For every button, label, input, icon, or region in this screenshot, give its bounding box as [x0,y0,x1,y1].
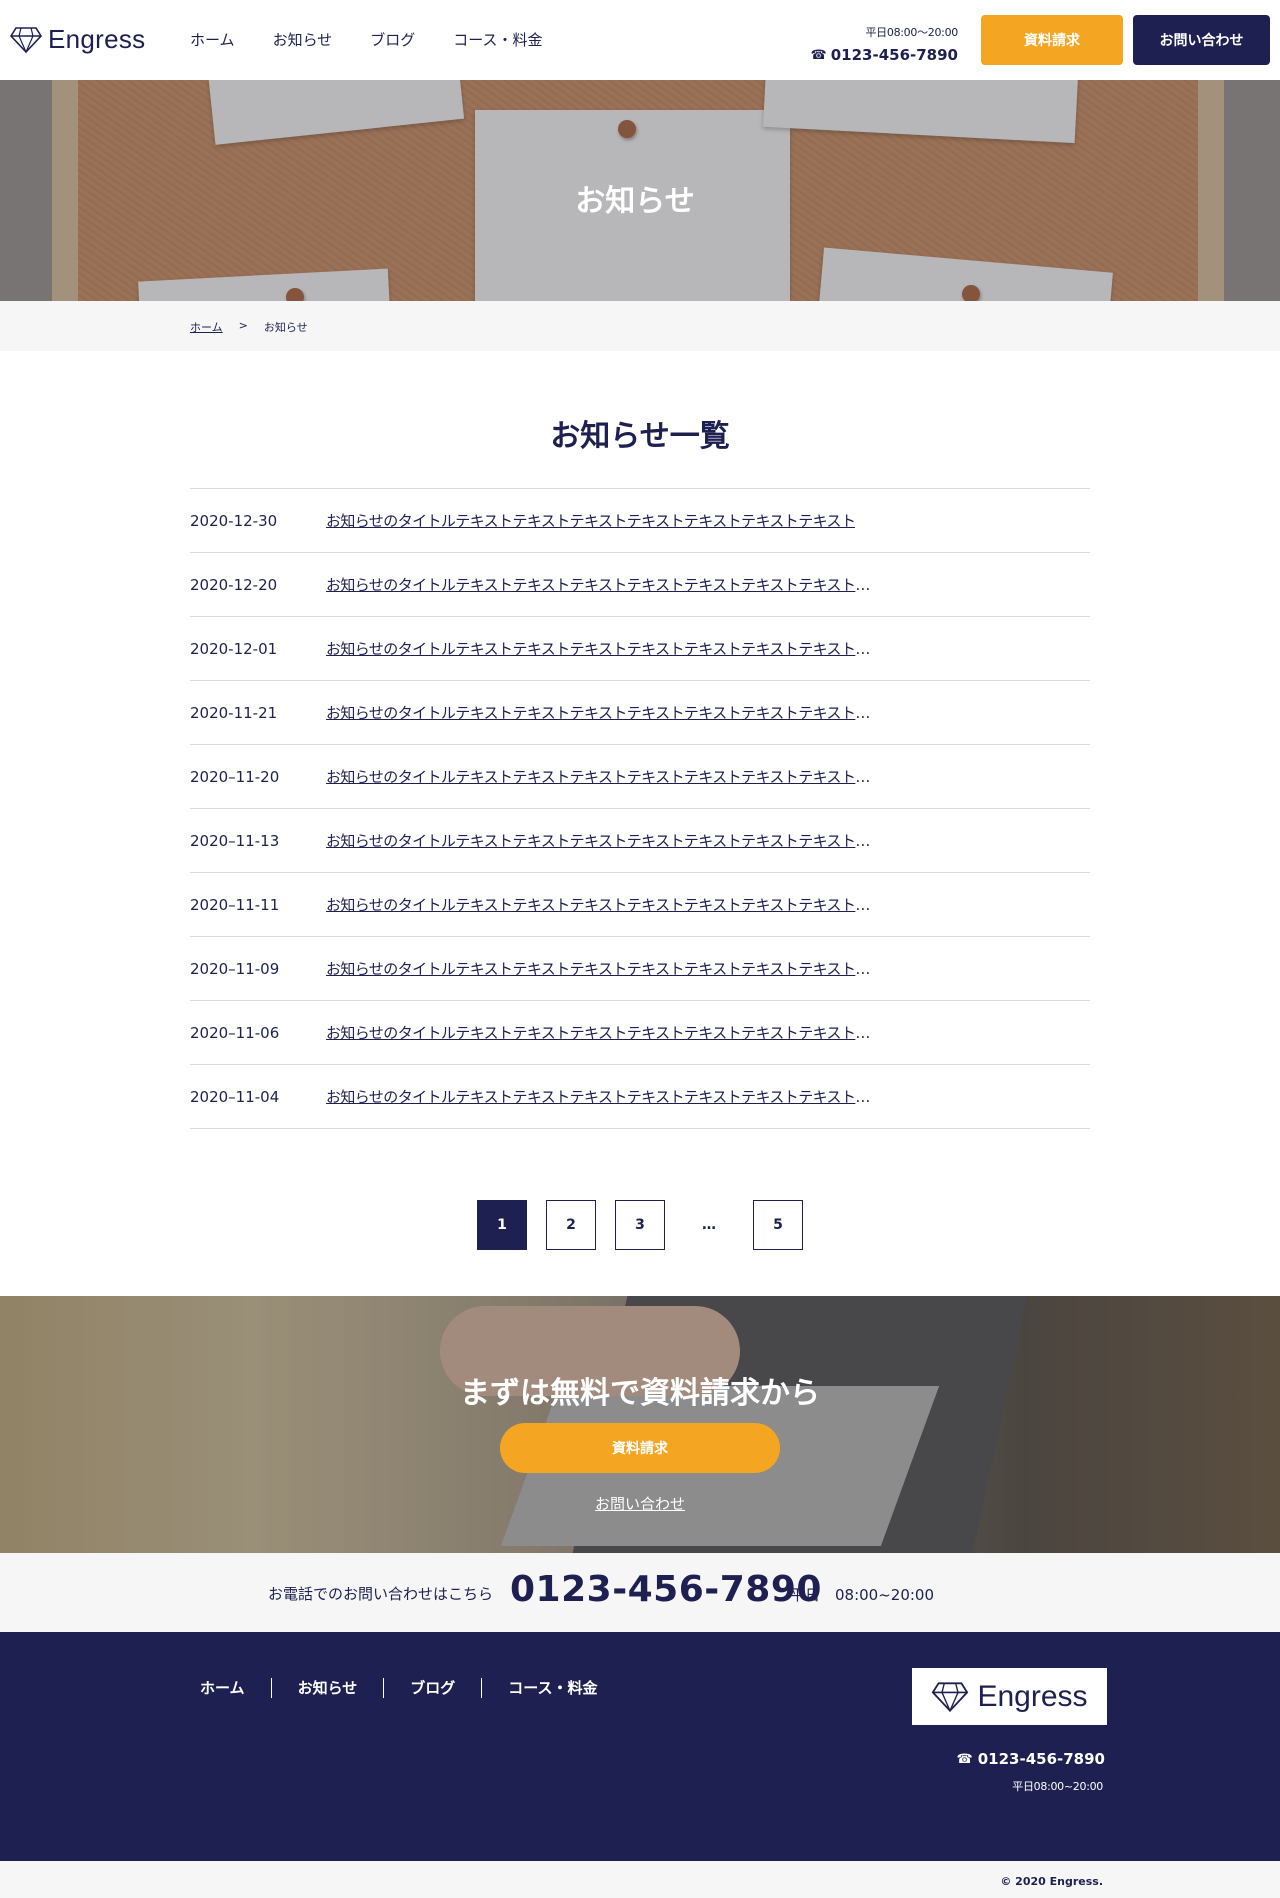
page-ellipsis: … [684,1200,734,1250]
news-title-link[interactable]: お知らせのタイトルテキストテキストテキストテキストテキストテキストテキスト [326,510,855,531]
phone-bar-lead: お電話でのお問い合わせはこちら [268,1585,494,1603]
footer-nav-course[interactable]: コース・料金 [481,1678,623,1698]
news-item: 2020–11-04 お知らせのタイトルテキストテキストテキストテキストテキスト… [190,1065,1090,1129]
news-title-link[interactable]: お知らせのタイトルテキストテキストテキストテキストテキストテキストテキストテキス… [326,702,878,723]
news-title-link[interactable]: お知らせのタイトルテキストテキストテキストテキストテキストテキストテキストテキス… [326,1086,878,1107]
news-item: 2020-12-01 お知らせのタイトルテキストテキストテキストテキストテキスト… [190,617,1090,681]
diamond-icon [932,1681,969,1712]
contact-button[interactable]: お問い合わせ [1133,15,1270,65]
site-footer: ホーム お知らせ ブログ コース・料金 Engress ☎ 0123-456-7… [0,1632,1280,1861]
news-date: 2020-12-01 [190,639,278,658]
copyright: © 2020 Engress. [1000,1875,1103,1888]
page-3[interactable]: 3 [615,1200,665,1250]
nav-blog[interactable]: ブログ [370,29,415,50]
footer-logo-text: Engress [977,1679,1088,1713]
breadcrumb-current: お知らせ [263,321,308,334]
news-date: 2020-12-20 [190,575,278,594]
page-5[interactable]: 5 [753,1200,803,1250]
page-1[interactable]: 1 [477,1200,527,1250]
global-nav: ホーム お知らせ ブログ コース・料金 [190,29,581,50]
hero: お知らせ [0,80,1280,301]
news-title-link[interactable]: お知らせのタイトルテキストテキストテキストテキストテキストテキストテキストテキス… [326,830,878,851]
news-date: 2020–11-04 [190,1087,280,1106]
news-item: 2020-12-30 お知らせのタイトルテキストテキストテキストテキストテキスト… [190,489,1090,553]
footer-nav-news[interactable]: お知らせ [270,1678,384,1698]
diamond-icon [10,26,42,53]
footer-nav-home[interactable]: ホーム [200,1678,271,1698]
news-date: 2020–11-11 [190,895,280,914]
nav-news[interactable]: お知らせ [273,29,333,50]
nav-course[interactable]: コース・料金 [453,29,542,50]
phone-icon: ☎ [956,1751,973,1767]
news-item: 2020–11-20 お知らせのタイトルテキストテキストテキストテキストテキスト… [190,745,1090,809]
news-title-link[interactable]: お知らせのタイトルテキストテキストテキストテキストテキストテキストテキストテキス… [326,894,878,915]
breadcrumb: ホーム > お知らせ [0,301,1280,351]
header-tel[interactable]: ☎ 0123-456-7890 [811,46,958,64]
phone-bar-hours: 平日 08:00~20:00 [790,1586,935,1604]
news-title-link[interactable]: お知らせのタイトルテキストテキストテキストテキストテキストテキストテキストテキス… [326,958,878,979]
news-date: 2020–11-13 [190,831,280,850]
footer-nav: ホーム お知らせ ブログ コース・料金 [200,1678,624,1698]
news-date: 2020–11-06 [190,1023,280,1042]
copyright-bar: © 2020 Engress. [0,1861,1280,1898]
phone-bar-number[interactable]: 0123-456-7890 [510,1569,822,1610]
news-date: 2020–11-09 [190,959,280,978]
cta-section: まずは無料で資料請求から 資料請求 お問い合わせ [0,1296,1280,1553]
news-date: 2020-11-21 [190,703,278,722]
news-item: 2020-12-20 お知らせのタイトルテキストテキストテキストテキストテキスト… [190,553,1090,617]
header-tel-number: 0123-456-7890 [830,46,958,64]
breadcrumb-separator: > [238,319,248,332]
pagination: 1 2 3 … 5 [477,1200,803,1250]
phone-icon: ☎ [810,47,827,63]
news-date: 2020–11-20 [190,767,280,786]
site-header: Engress ホーム お知らせ ブログ コース・料金 平日08:00〜20:0… [0,0,1280,80]
news-title-link[interactable]: お知らせのタイトルテキストテキストテキストテキストテキストテキストテキストテキス… [326,766,878,787]
logo-text: Engress [48,24,146,54]
cta-document-request-button[interactable]: 資料請求 [500,1423,780,1473]
news-item: 2020–11-09 お知らせのタイトルテキストテキストテキストテキストテキスト… [190,937,1090,1001]
news-title-link[interactable]: お知らせのタイトルテキストテキストテキストテキストテキストテキストテキストテキス… [326,574,878,595]
footer-nav-blog[interactable]: ブログ [383,1678,481,1698]
footer-tel-number: 0123-456-7890 [977,1750,1105,1768]
breadcrumb-home[interactable]: ホーム [190,319,223,335]
footer-hours: 平日08:00~20:00 [1012,1780,1103,1793]
header-contact: 平日08:00〜20:00 ☎ 0123-456-7890 [811,24,959,64]
page-title: お知らせ [575,184,695,219]
news-date: 2020-12-30 [190,511,278,530]
news-item: 2020–11-06 お知らせのタイトルテキストテキストテキストテキストテキスト… [190,1001,1090,1065]
news-title-link[interactable]: お知らせのタイトルテキストテキストテキストテキストテキストテキストテキストテキス… [326,638,878,659]
news-item: 2020–11-11 お知らせのタイトルテキストテキストテキストテキストテキスト… [190,873,1090,937]
header-hours: 平日08:00〜20:00 [865,26,958,39]
phone-bar: お電話でのお問い合わせはこちら 0123-456-7890 平日 08:00~2… [0,1553,1280,1632]
news-title-link[interactable]: お知らせのタイトルテキストテキストテキストテキストテキストテキストテキストテキス… [326,1022,878,1043]
footer-logo[interactable]: Engress [912,1668,1107,1725]
news-item: 2020-11-21 お知らせのタイトルテキストテキストテキストテキストテキスト… [190,681,1090,745]
page-2[interactable]: 2 [546,1200,596,1250]
cta-contact-link[interactable]: お問い合わせ [0,1493,1280,1514]
news-list-title: お知らせ一覧 [550,419,730,454]
logo[interactable]: Engress [10,24,145,55]
news-list: 2020-12-30 お知らせのタイトルテキストテキストテキストテキストテキスト… [190,488,1090,1129]
news-item: 2020–11-13 お知らせのタイトルテキストテキストテキストテキストテキスト… [190,809,1090,873]
cta-title: まずは無料で資料請求から [460,1376,820,1411]
document-request-button[interactable]: 資料請求 [981,15,1123,65]
nav-home[interactable]: ホーム [190,29,235,50]
footer-tel[interactable]: ☎ 0123-456-7890 [957,1750,1105,1768]
